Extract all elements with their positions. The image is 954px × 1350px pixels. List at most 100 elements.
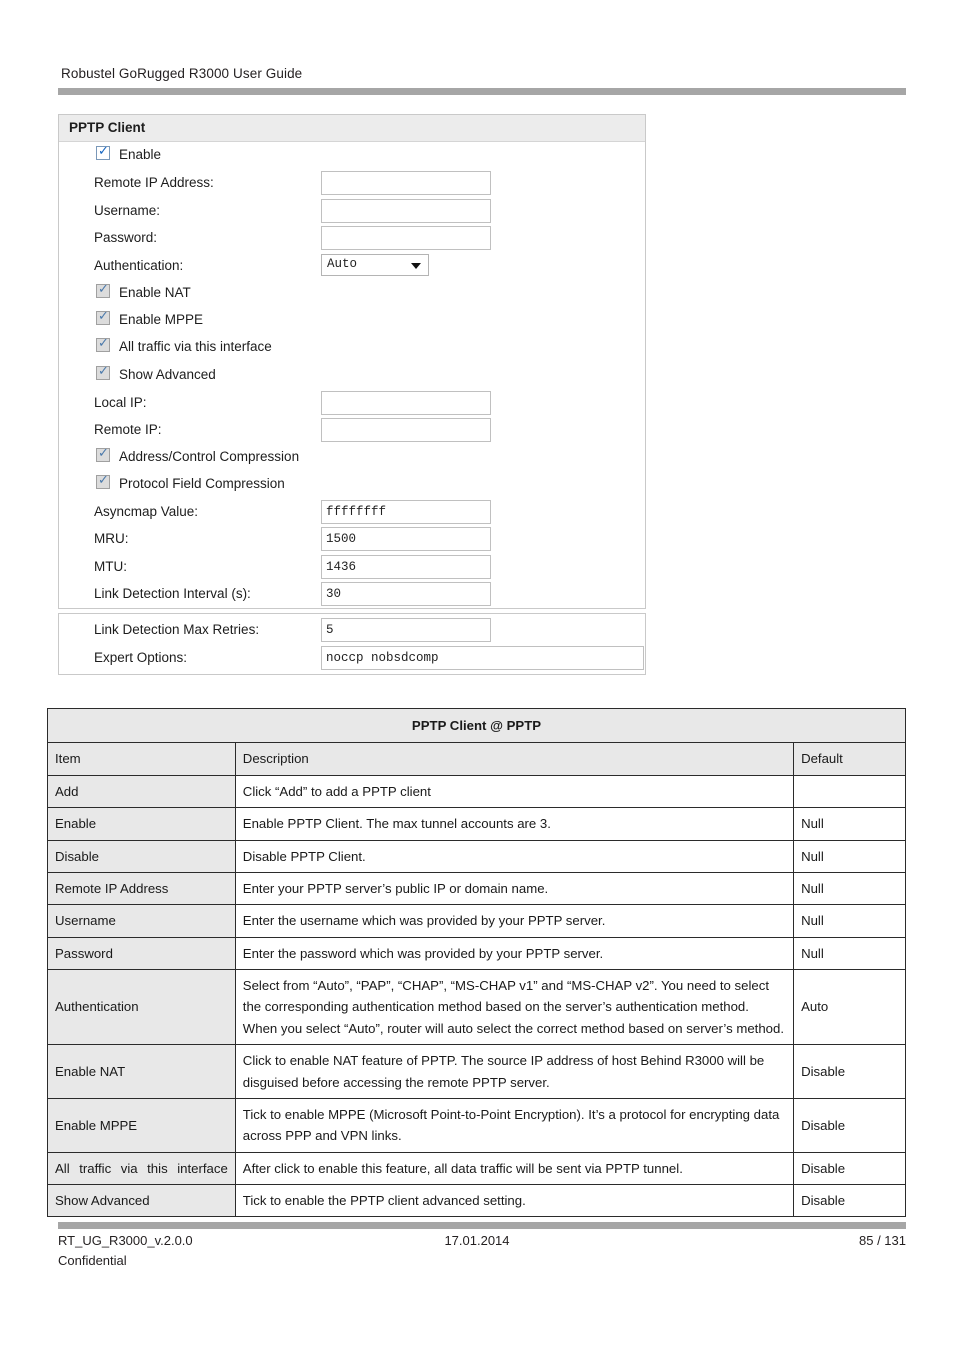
running-header: Robustel GoRugged R3000 User Guide (61, 66, 303, 81)
remote-ip-row: Remote IP: (59, 418, 645, 445)
password-input[interactable] (321, 226, 491, 250)
remote-ip-address-input[interactable] (321, 171, 491, 195)
enable-mppe-checkbox[interactable]: ✓ (96, 309, 110, 325)
row-description: Disable PPTP Client. (234, 839, 795, 873)
asyncmap-value-row: Asyncmap Value: ffffffff (59, 500, 645, 527)
mtu-input[interactable]: 1436 (321, 555, 491, 579)
local-ip-row: Local IP: (59, 391, 645, 418)
address-control-compression-label: Address/Control Compression (119, 449, 300, 464)
row-default: Null (793, 936, 906, 971)
enable-checkbox[interactable]: ✓ (96, 144, 110, 160)
document-page: Robustel GoRugged R3000 User Guide PPTP … (0, 0, 954, 1350)
table-caption-row: PPTP Client @ PPTP (47, 707, 906, 744)
spec-table: PPTP Client @ PPTP Item Description Defa… (47, 707, 906, 1218)
row-default: Disable (793, 1151, 906, 1186)
mru-label: MRU: (94, 531, 129, 546)
panel-title: PPTP Client (59, 115, 645, 142)
footer-date: 17.01.2014 (444, 1233, 510, 1248)
mtu-row: MTU: 1436 (59, 555, 645, 582)
authentication-selected-value: Auto (327, 257, 358, 271)
protocol-field-compression-label: Protocol Field Compression (119, 476, 285, 491)
mtu-label: MTU: (94, 559, 127, 574)
table-row: Enable Enable PPTP Client. The max tunne… (47, 807, 906, 841)
table-row: Authentication Select from “Auto”, “PAP”… (47, 968, 906, 1046)
table-header-row: Item Description Default (47, 742, 906, 776)
checkmark-icon: ✓ (98, 309, 109, 324)
checkmark-icon: ✓ (98, 336, 109, 351)
row-item: Remote IP Address (47, 871, 236, 906)
table-row: Show Advanced Tick to enable the PPTP cl… (47, 1183, 906, 1218)
link-detection-interval-input[interactable]: 30 (321, 582, 491, 606)
enable-nat-checkbox[interactable]: ✓ (96, 282, 110, 298)
username-label: Username: (94, 203, 161, 218)
row-description: Enter the password which was provided by… (234, 936, 795, 971)
row-description: Tick to enable the PPTP client advanced … (234, 1183, 795, 1218)
link-detection-interval-label: Link Detection Interval (s): (94, 586, 251, 601)
checkmark-icon: ✓ (98, 364, 109, 379)
mru-row: MRU: 1500 (59, 527, 645, 554)
row-description: Click to enable NAT feature of PPTP. The… (234, 1044, 795, 1099)
enable-nat-label: Enable NAT (119, 285, 191, 300)
row-default (793, 774, 906, 809)
address-control-compression-checkbox[interactable]: ✓ (96, 446, 110, 462)
checkmark-icon: ✓ (98, 446, 109, 461)
column-header-description: Description (234, 742, 795, 776)
checkmark-icon: ✓ (98, 144, 109, 159)
column-header-default: Default (793, 742, 906, 776)
show-advanced-checkbox[interactable]: ✓ (96, 364, 110, 380)
column-header-item: Item (47, 742, 236, 776)
all-traffic-label: All traffic via this interface (119, 339, 272, 354)
row-description: Tick to enable MPPE (Microsoft Point-to-… (234, 1097, 795, 1153)
row-default: Disable (793, 1044, 906, 1099)
table-caption: PPTP Client @ PPTP (47, 707, 906, 744)
row-item: Enable (47, 807, 236, 841)
checkmark-icon: ✓ (98, 282, 109, 297)
expert-options-input[interactable]: noccp nobsdcomp (321, 646, 644, 670)
authentication-select[interactable]: Auto (321, 254, 429, 276)
row-item: Enable NAT (47, 1044, 236, 1099)
remote-ip-address-row: Remote IP Address: (59, 171, 645, 198)
row-default: Disable (793, 1097, 906, 1153)
row-description: Select from “Auto”, “PAP”, “CHAP”, “MS-C… (234, 968, 795, 1046)
show-advanced-label: Show Advanced (119, 367, 216, 382)
remote-ip-label: Remote IP: (94, 422, 162, 437)
row-default: Disable (793, 1183, 906, 1218)
row-default: Null (793, 904, 906, 938)
expert-options-row: Expert Options: noccp nobsdcomp (59, 646, 645, 673)
table-row: Disable Disable PPTP Client. Null (47, 839, 906, 873)
protocol-field-compression-checkbox[interactable]: ✓ (96, 473, 110, 489)
asyncmap-value-input[interactable]: ffffffff (321, 500, 491, 524)
all-traffic-checkbox[interactable]: ✓ (96, 336, 110, 352)
row-description: Enter the username which was provided by… (234, 904, 795, 938)
local-ip-label: Local IP: (94, 395, 147, 410)
link-detection-interval-row: Link Detection Interval (s): 30 (59, 582, 645, 609)
footer-page-number: 85 / 131 (859, 1233, 906, 1248)
password-label: Password: (94, 230, 158, 245)
authentication-row: Authentication: Auto (59, 254, 645, 281)
row-default: Auto (793, 968, 906, 1046)
username-input[interactable] (321, 199, 491, 223)
table-row: Add Click “Add” to add a PPTP client (47, 774, 906, 809)
local-ip-input[interactable] (321, 391, 491, 415)
authentication-label: Authentication: (94, 258, 184, 273)
table-row: Remote IP Address Enter your PPTP server… (47, 871, 906, 906)
password-row: Password: (59, 226, 645, 253)
link-detection-max-retries-label: Link Detection Max Retries: (94, 622, 260, 637)
row-item: Password (47, 936, 236, 971)
remote-ip-input[interactable] (321, 418, 491, 442)
table-row: Username Enter the username which was pr… (47, 904, 906, 938)
checkmark-icon: ✓ (98, 473, 109, 488)
enable-mppe-label: Enable MPPE (119, 312, 204, 327)
enable-label: Enable (119, 147, 162, 162)
row-item: Authentication (47, 968, 236, 1046)
row-item: Show Advanced (47, 1183, 236, 1218)
row-default: Null (793, 839, 906, 873)
row-description: Enable PPTP Client. The max tunnel accou… (234, 807, 795, 841)
mru-input[interactable]: 1500 (321, 527, 491, 551)
row-item: Enable MPPE (47, 1097, 236, 1153)
row-default: Null (793, 871, 906, 906)
link-detection-max-retries-input[interactable]: 5 (321, 618, 491, 642)
row-item: Disable (47, 839, 236, 873)
row-description: Click “Add” to add a PPTP client (234, 774, 795, 809)
header-divider (58, 88, 906, 95)
